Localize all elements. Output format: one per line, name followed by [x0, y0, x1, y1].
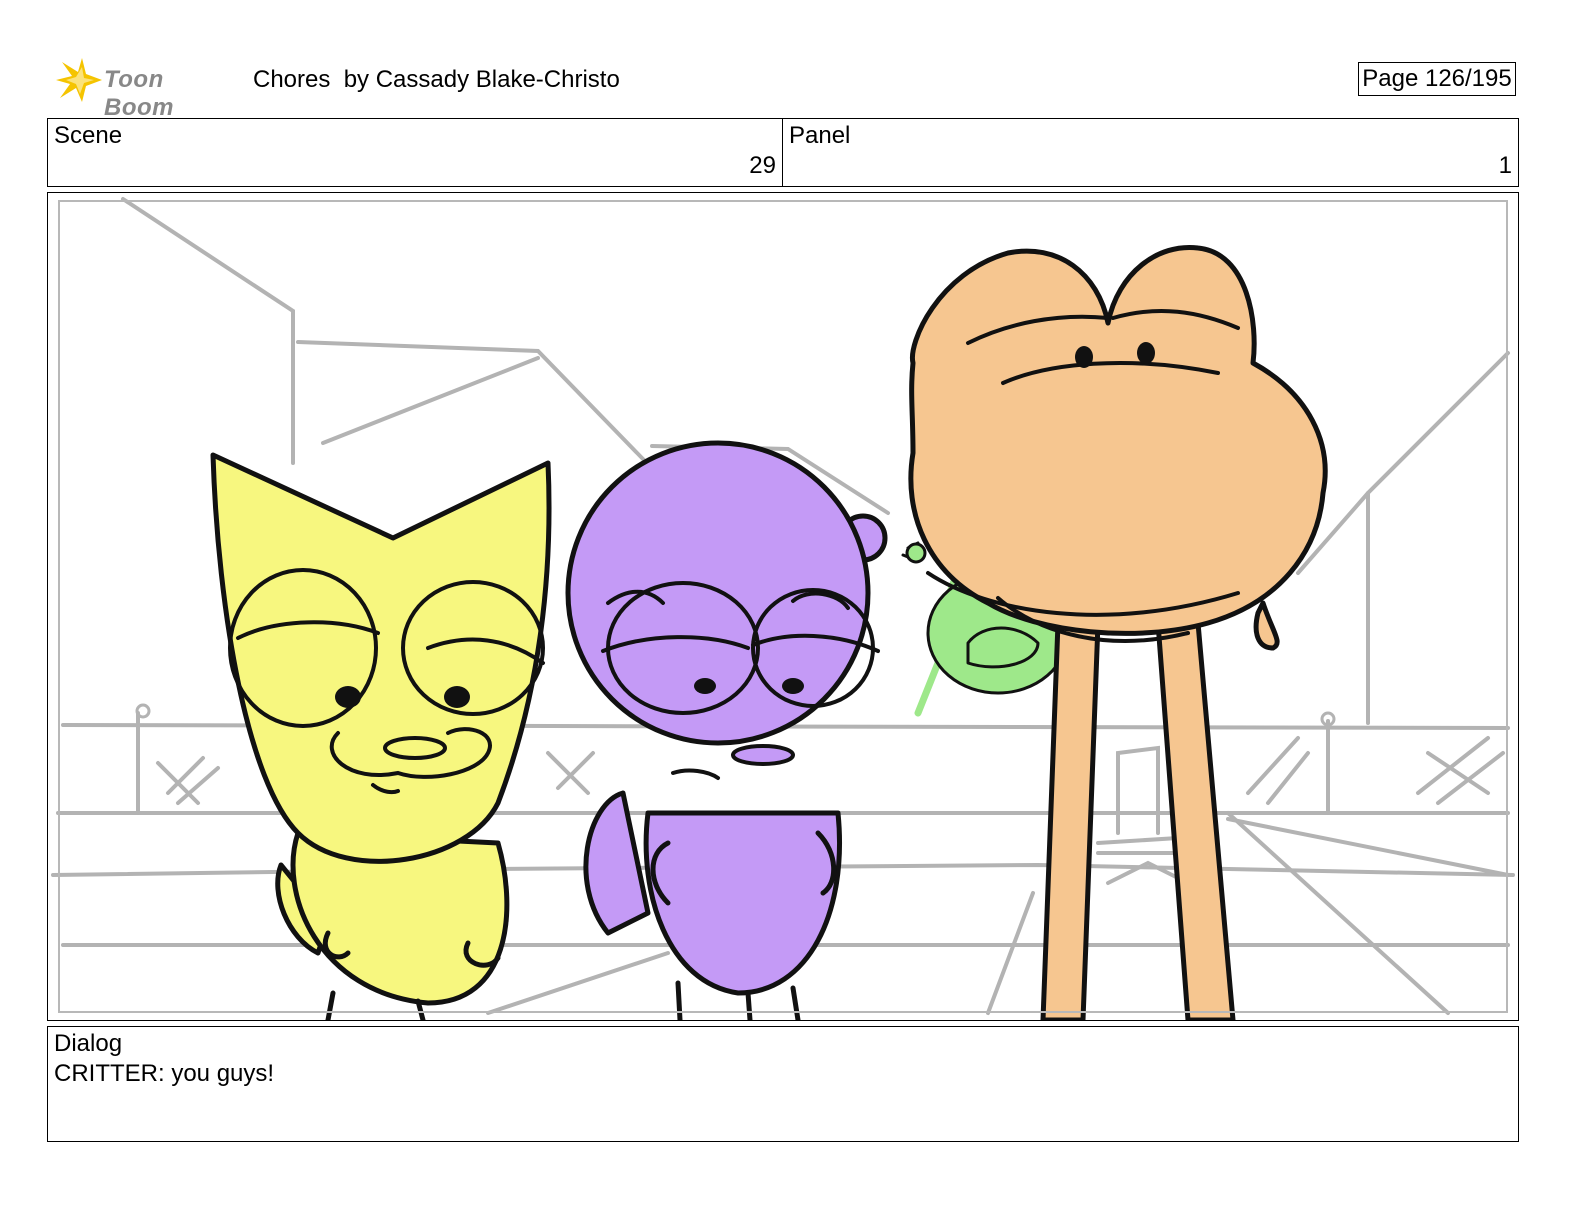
dialog-text: CRITTER: you guys!	[54, 1060, 275, 1087]
storyboard-frame	[47, 192, 1519, 1021]
starburst-icon	[56, 58, 102, 102]
dialog-box: Dialog CRITTER: you guys!	[47, 1026, 1519, 1142]
toon-boom-logo: Toon Boom	[52, 58, 238, 121]
panel-cell: Panel 1	[783, 119, 1518, 186]
panel-number: 1	[1498, 152, 1512, 179]
page-number: Page 126/195	[1358, 62, 1516, 96]
document-title: Chores by Cassady Blake-Christo	[253, 66, 620, 93]
scene-label: Scene	[54, 122, 123, 149]
dialog-label: Dialog	[54, 1030, 123, 1057]
panel-label: Panel	[789, 122, 851, 149]
page-header: Toon Boom Chores by Cassady Blake-Christ…	[52, 56, 1532, 121]
safe-area-guide	[58, 200, 1508, 1013]
scene-number: 29	[749, 152, 776, 179]
scene-cell: Scene 29	[48, 119, 783, 186]
scene-panel-row: Scene 29 Panel 1	[47, 118, 1519, 187]
logo-text: Toon Boom	[104, 66, 174, 121]
